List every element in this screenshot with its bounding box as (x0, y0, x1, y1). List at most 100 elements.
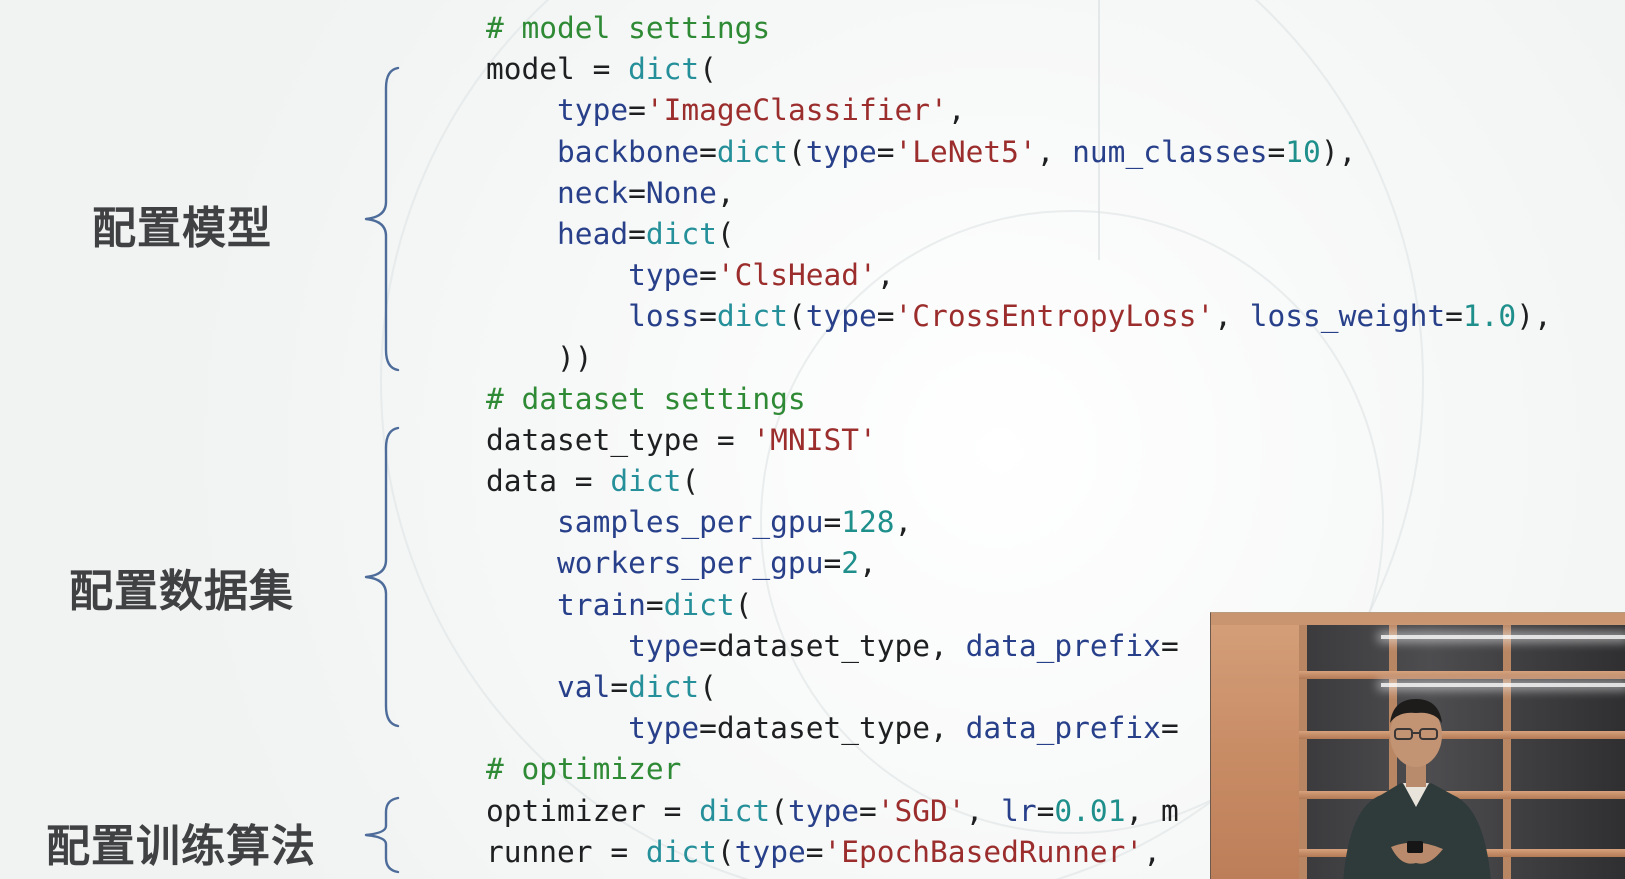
code-text: ( (699, 670, 717, 704)
code-keyword: loss (628, 299, 700, 334)
code-string: 'EpochBasedRunner' (823, 834, 1144, 869)
code-comment: # dataset settings (486, 381, 806, 416)
shelf-frame (1299, 623, 1307, 879)
code-string: 'SGD' (876, 793, 966, 828)
code-keyword: neck (557, 175, 629, 210)
code-text: ( (716, 834, 735, 869)
code-text: ( (787, 299, 806, 334)
code-text: = (1445, 299, 1463, 334)
code-text: = (823, 505, 842, 540)
code-number: 2 (841, 546, 859, 581)
code-text: = (876, 134, 895, 169)
code-string: 'MNIST' (752, 422, 877, 457)
code-text: , (947, 93, 966, 128)
code-text: data = (486, 464, 611, 499)
code-keyword: head (557, 216, 629, 251)
code-text: = (645, 587, 664, 622)
code-text: ( (699, 52, 717, 87)
code-line: workers_per_gpu=2, (486, 543, 1552, 584)
code-keyword: type (557, 93, 629, 128)
code-line: # dataset settings (486, 379, 1552, 420)
code-function: dict (628, 670, 700, 704)
code-text: = (628, 93, 646, 128)
code-text: dataset_type = (486, 422, 753, 457)
code-line: type='ImageClassifier', (486, 90, 1552, 131)
code-line: model = dict( (486, 49, 1552, 90)
code-function: dict (610, 464, 682, 499)
code-function: dict (716, 134, 788, 169)
code-function: dict (645, 216, 717, 251)
code-keyword: type (628, 628, 700, 663)
brace-dataset-icon (364, 426, 400, 728)
code-keyword: type (734, 834, 806, 869)
code-text: , (1036, 134, 1073, 169)
code-comment: # model settings (486, 11, 771, 45)
code-keyword: type (787, 793, 859, 828)
code-text: ), (1516, 299, 1552, 334)
code-keyword: loss_weight (1249, 299, 1446, 334)
code-line: )) (486, 338, 1552, 379)
code-text: ( (716, 216, 735, 251)
section-label-training: 配置训练算法 (46, 821, 316, 872)
code-number: 128 (841, 505, 895, 540)
slide: 配置模型 配置数据集 配置训练算法 # model settings model … (0, 0, 1625, 879)
code-text: = (699, 134, 717, 169)
code-line: type='ClsHead', (486, 255, 1552, 296)
code-keyword: val (557, 670, 611, 704)
wood-top-beam (1211, 613, 1625, 625)
code-text: optimizer = (486, 793, 700, 828)
code-text: , (876, 258, 895, 293)
code-line: # model settings (486, 8, 1552, 49)
code-string: 'ClsHead' (716, 258, 877, 293)
code-line: dataset_type = 'MNIST' (486, 420, 1552, 461)
code-string: 'ImageClassifier' (645, 93, 948, 128)
code-keyword: lr (1001, 793, 1037, 828)
code-text: =dataset_type, (699, 711, 966, 746)
code-function: dict (716, 299, 788, 334)
code-keyword: type (628, 258, 700, 293)
code-line: head=dict( (486, 214, 1552, 255)
code-keyword: data_prefix (965, 628, 1161, 663)
code-text: = (699, 258, 717, 293)
code-text: , (1214, 299, 1250, 334)
shelf-light (1381, 635, 1625, 639)
code-text: = (628, 216, 646, 251)
code-text: , (1143, 834, 1161, 869)
code-text: = (1267, 134, 1286, 169)
code-function: dict (663, 587, 735, 622)
code-text: )) (486, 340, 593, 375)
code-text: = (699, 299, 717, 334)
code-keyword: type (805, 299, 877, 334)
section-label-dataset: 配置数据集 (69, 566, 294, 617)
code-text: , (859, 546, 877, 581)
presenter-video-overlay (1210, 612, 1625, 879)
code-text: , m (1125, 793, 1179, 828)
shelf-frame (1503, 623, 1511, 879)
code-text: = (1160, 628, 1179, 663)
code-string: 'LeNet5' (894, 134, 1037, 169)
code-keyword: train (557, 587, 646, 622)
code-function: dict (628, 52, 700, 87)
code-text: runner = (486, 834, 646, 869)
brace-training-icon (364, 796, 400, 874)
code-text: , (894, 505, 913, 540)
code-line: data = dict( (486, 461, 1552, 502)
code-line: backbone=dict(type='LeNet5', num_classes… (486, 132, 1552, 173)
code-text: ( (681, 464, 700, 499)
code-text: = (610, 670, 629, 704)
code-keyword: num_classes (1072, 134, 1268, 169)
code-text: , (716, 175, 735, 210)
code-text: = (628, 175, 646, 210)
code-line: neck=None, (486, 173, 1552, 214)
code-text: ), (1320, 134, 1357, 169)
code-text: = (859, 793, 877, 828)
